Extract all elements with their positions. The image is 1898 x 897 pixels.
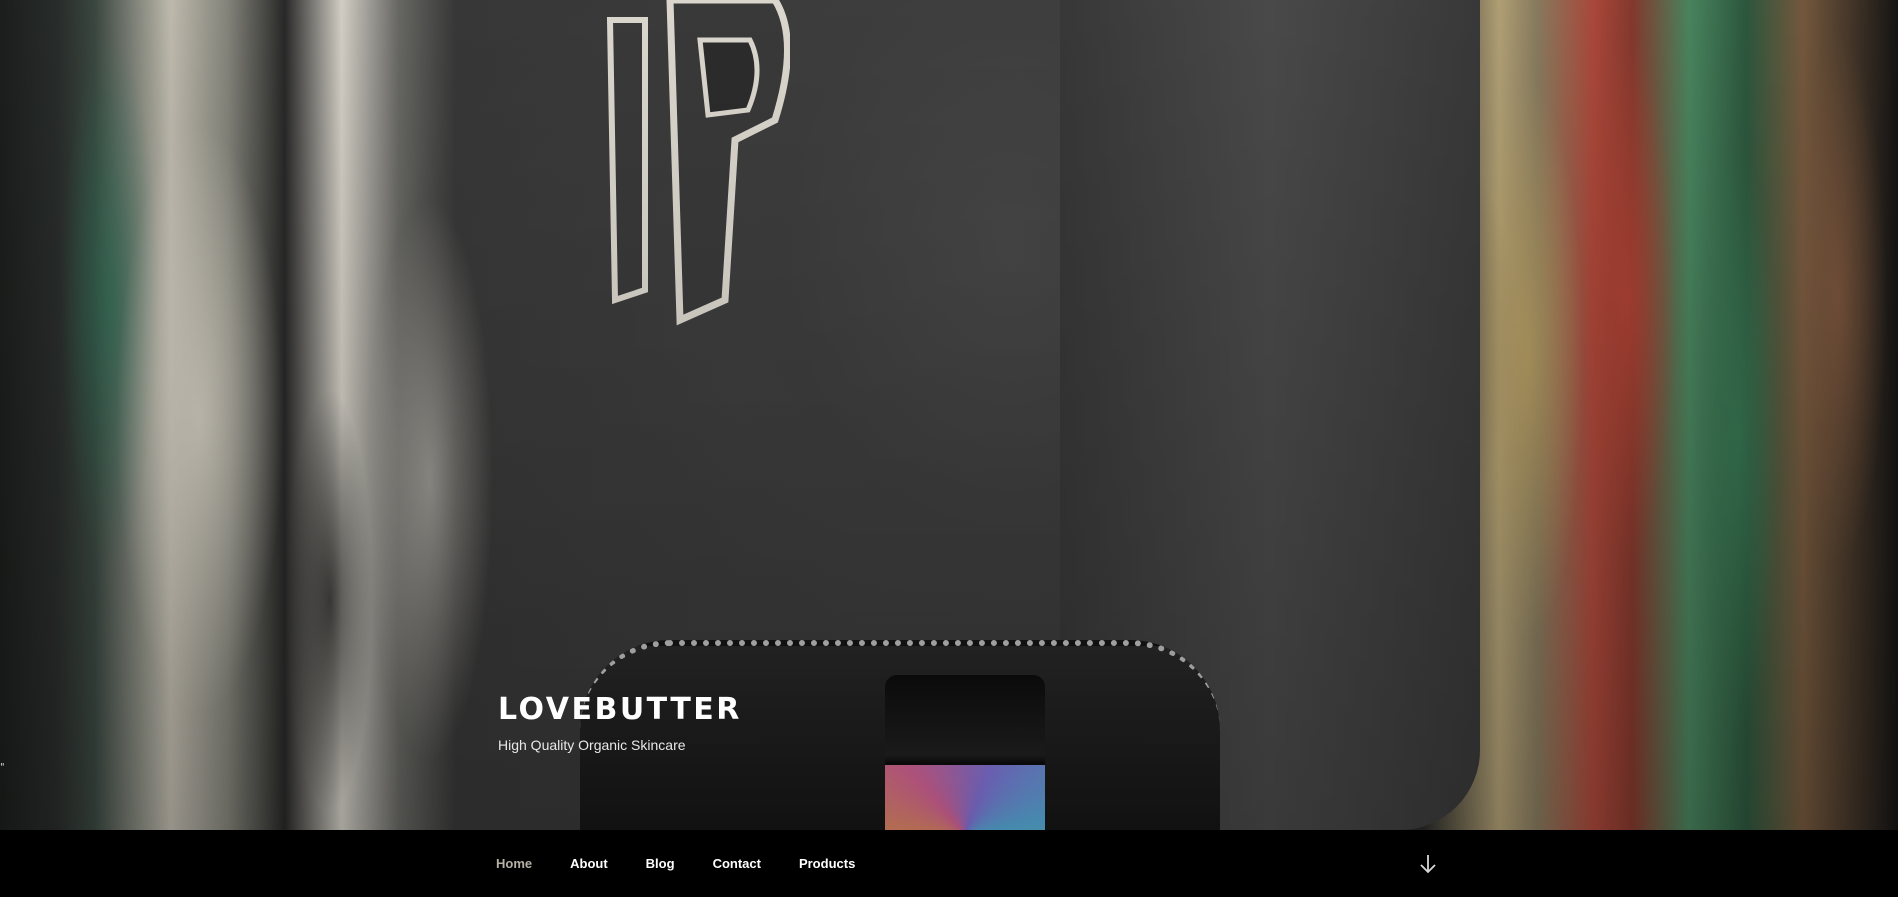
site-branding: LOVEBUTTER High Quality Organic Skincare bbox=[498, 692, 742, 753]
nav-link-blog[interactable]: Blog bbox=[646, 856, 675, 871]
nav-item-home: Home bbox=[496, 855, 532, 873]
edge-mark: " bbox=[0, 762, 5, 773]
hero-shade-overlay bbox=[0, 0, 1898, 830]
site-title[interactable]: LOVEBUTTER bbox=[498, 692, 742, 727]
nav-link-products[interactable]: Products bbox=[799, 856, 855, 871]
nav-link-home[interactable]: Home bbox=[496, 856, 532, 871]
nav-item-products: Products bbox=[799, 855, 855, 873]
header-hero-image bbox=[0, 0, 1898, 830]
nav-menu: Home About Blog Contact Products bbox=[496, 830, 893, 897]
arrow-down-icon[interactable] bbox=[1418, 853, 1438, 875]
nav-item-about: About bbox=[570, 855, 608, 873]
nav-item-contact: Contact bbox=[713, 855, 761, 873]
site-tagline: High Quality Organic Skincare bbox=[498, 737, 686, 753]
nav-link-about[interactable]: About bbox=[570, 856, 608, 871]
nav-link-contact[interactable]: Contact bbox=[713, 856, 761, 871]
main-navigation: Home About Blog Contact Products bbox=[0, 830, 1898, 897]
nav-item-blog: Blog bbox=[646, 855, 675, 873]
